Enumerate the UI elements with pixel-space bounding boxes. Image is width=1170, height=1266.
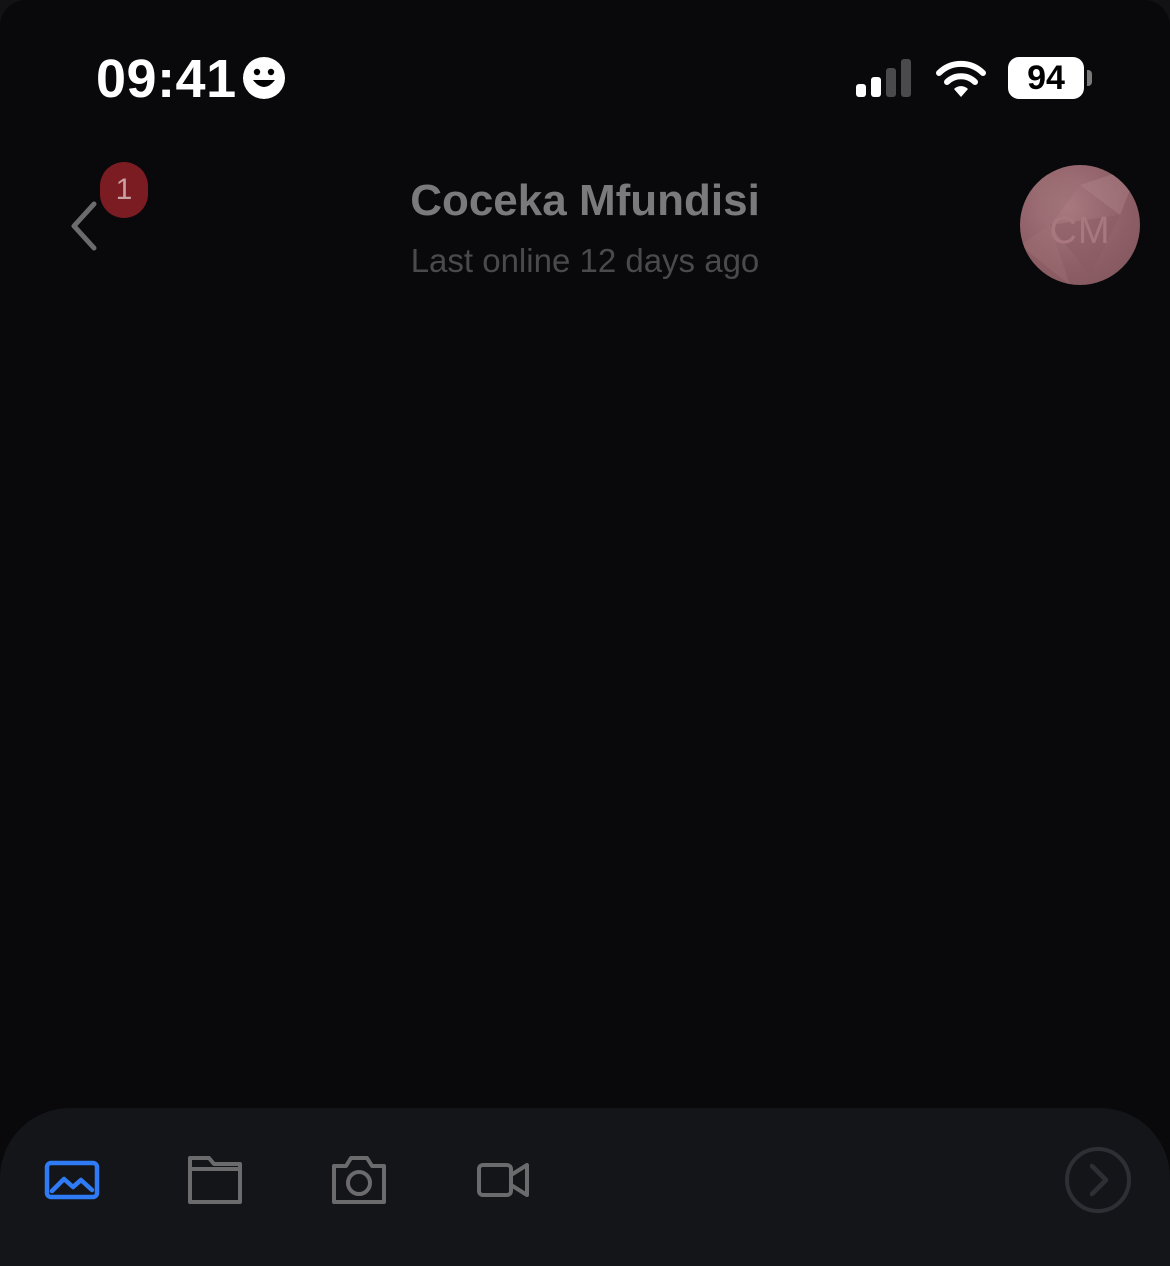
camera-button[interactable] [331,1154,391,1210]
camera-icon [332,1156,386,1204]
gallery-button[interactable] [44,1154,104,1210]
status-time: 09:41 [96,49,237,109]
battery-level: 94 [1027,59,1065,97]
contact-status: Last online 12 days ago [410,242,760,279]
gallery-icon [44,1160,100,1200]
signal-icon [856,59,911,97]
avatar-initials: CM [1049,210,1111,252]
send-arrow-icon[interactable] [1064,1146,1132,1214]
battery-icon: 94 [1008,57,1092,99]
battery-cap [1087,70,1092,86]
folder-icon [188,1156,242,1204]
status-bar: 09:41 94 [0,0,1170,150]
contact-name[interactable]: Coceka Mfundisi [0,176,1170,226]
avatar[interactable]: CM [1020,165,1140,285]
video-icon [477,1163,529,1197]
message-area[interactable] [0,300,1170,1108]
chat-screen: 09:41 94 1 Coceka Mfundisi Last online 1… [0,0,1170,1266]
smiley-icon [243,57,285,99]
folder-button[interactable] [187,1154,247,1210]
wifi-icon [936,60,986,97]
video-button[interactable] [476,1154,536,1210]
attachment-toolbar [0,1108,1170,1266]
